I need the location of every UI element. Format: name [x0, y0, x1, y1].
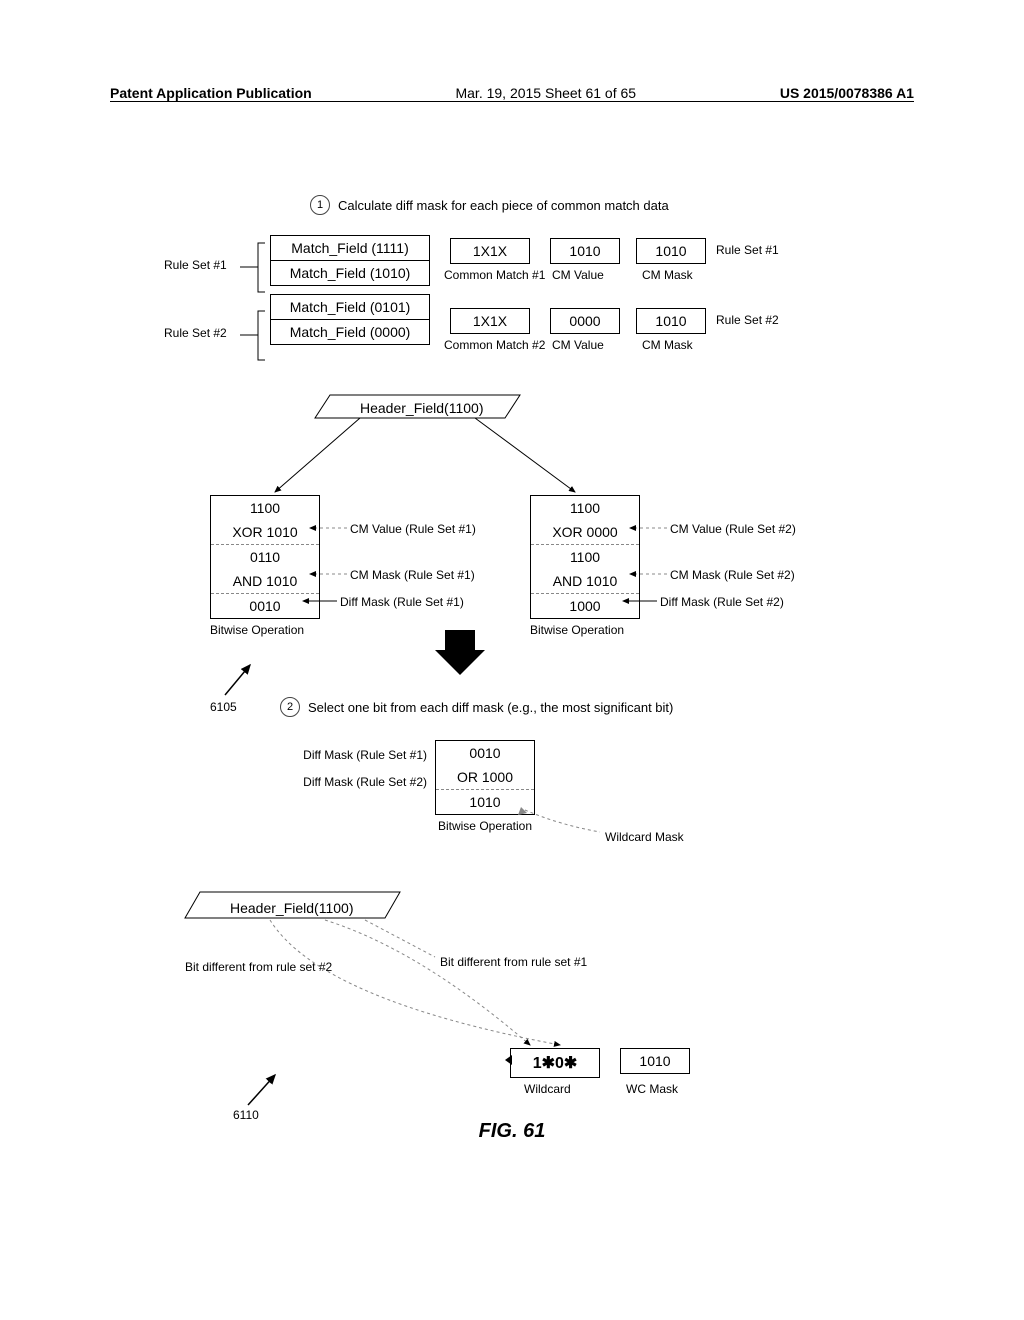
- cm2-right: Rule Set #2: [716, 313, 779, 327]
- cm1-cm: 1X1X: [450, 238, 530, 264]
- bitop1-caption: Bitwise Operation: [210, 623, 320, 637]
- cm2-label: Common Match #2: [444, 338, 545, 352]
- cm1-mlabel: CM Mask: [642, 268, 693, 282]
- bitop2-caption: Bitwise Operation: [530, 623, 640, 637]
- wildcard-vlabel: Wildcard: [524, 1082, 571, 1096]
- cm1-val: 1010: [550, 238, 620, 264]
- bitop3-l2: Diff Mask (Rule Set #2): [277, 775, 427, 789]
- cm2-vlabel: CM Value: [552, 338, 604, 352]
- bitop3-r3: 1010: [436, 790, 534, 814]
- bitop3-res-label: Wildcard Mask: [605, 830, 684, 844]
- bitop3-r2: OR 1000: [436, 765, 534, 790]
- ruleset1-label-left: Rule Set #1: [164, 258, 227, 272]
- step1-num: 1: [310, 195, 330, 215]
- bitop2-a1: CM Value (Rule Set #2): [670, 522, 796, 536]
- ruleset2-label-left: Rule Set #2: [164, 326, 227, 340]
- bitop1-a1: CM Value (Rule Set #1): [350, 522, 476, 536]
- bitop2-a2: CM Mask (Rule Set #2): [670, 568, 795, 582]
- step2-text: Select one bit from each diff mask (e.g.…: [308, 700, 673, 715]
- bitop2-r5: 1000: [531, 594, 639, 618]
- wildcard-mlabel: WC Mask: [626, 1082, 678, 1096]
- header-field-2: Header_Field(1100): [230, 900, 353, 916]
- bitop2-a3: Diff Mask (Rule Set #2): [660, 595, 784, 609]
- header-center: Mar. 19, 2015 Sheet 61 of 65: [455, 85, 636, 101]
- bitop1-r2: XOR 1010: [211, 520, 319, 545]
- cm2-val: 0000: [550, 308, 620, 334]
- wildcard-mask: 1010: [620, 1048, 690, 1074]
- bitop3-l1: Diff Mask (Rule Set #1): [277, 748, 427, 762]
- cm1-right: Rule Set #1: [716, 243, 779, 257]
- header-left: Patent Application Publication: [110, 85, 312, 101]
- bit-diff-1: Bit different from rule set #1: [440, 955, 587, 969]
- bitop1-r3: 0110: [211, 545, 319, 569]
- figure-caption: FIG. 61: [0, 1120, 1024, 1143]
- cm2-mask: 1010: [636, 308, 706, 334]
- bitop1-a2: CM Mask (Rule Set #1): [350, 568, 475, 582]
- match-field-rs1a: Match_Field (1111): [271, 236, 429, 261]
- ref-6105: 6105: [210, 700, 237, 714]
- header-field-1: Header_Field(1100): [360, 400, 483, 416]
- step1-text: Calculate diff mask for each piece of co…: [338, 198, 669, 213]
- cm1-label: Common Match #1: [444, 268, 545, 282]
- bitop3-r1: 0010: [436, 741, 534, 765]
- match-field-rs1b: Match_Field (1010): [271, 261, 429, 285]
- cm1-mask: 1010: [636, 238, 706, 264]
- cm2-mlabel: CM Mask: [642, 338, 693, 352]
- bitop2-r2: XOR 0000: [531, 520, 639, 545]
- cm1-vlabel: CM Value: [552, 268, 604, 282]
- bitop1-r1: 1100: [211, 496, 319, 520]
- bitop2-r1: 1100: [531, 496, 639, 520]
- bitop3-caption: Bitwise Operation: [435, 819, 535, 833]
- bitop2-r3: 1100: [531, 545, 639, 569]
- cm2-cm: 1X1X: [450, 308, 530, 334]
- bitop1-a3: Diff Mask (Rule Set #1): [340, 595, 464, 609]
- bitop1-r4: AND 1010: [211, 569, 319, 594]
- bit-diff-2: Bit different from rule set #2: [185, 960, 332, 974]
- step2-num: 2: [280, 697, 300, 717]
- header-right: US 2015/0078386 A1: [780, 85, 914, 101]
- wildcard-val: 1✱0✱: [510, 1048, 600, 1078]
- match-field-rs2a: Match_Field (0101): [271, 295, 429, 320]
- bitop1-r5: 0010: [211, 594, 319, 618]
- bitop2-r4: AND 1010: [531, 569, 639, 594]
- match-field-rs2b: Match_Field (0000): [271, 320, 429, 344]
